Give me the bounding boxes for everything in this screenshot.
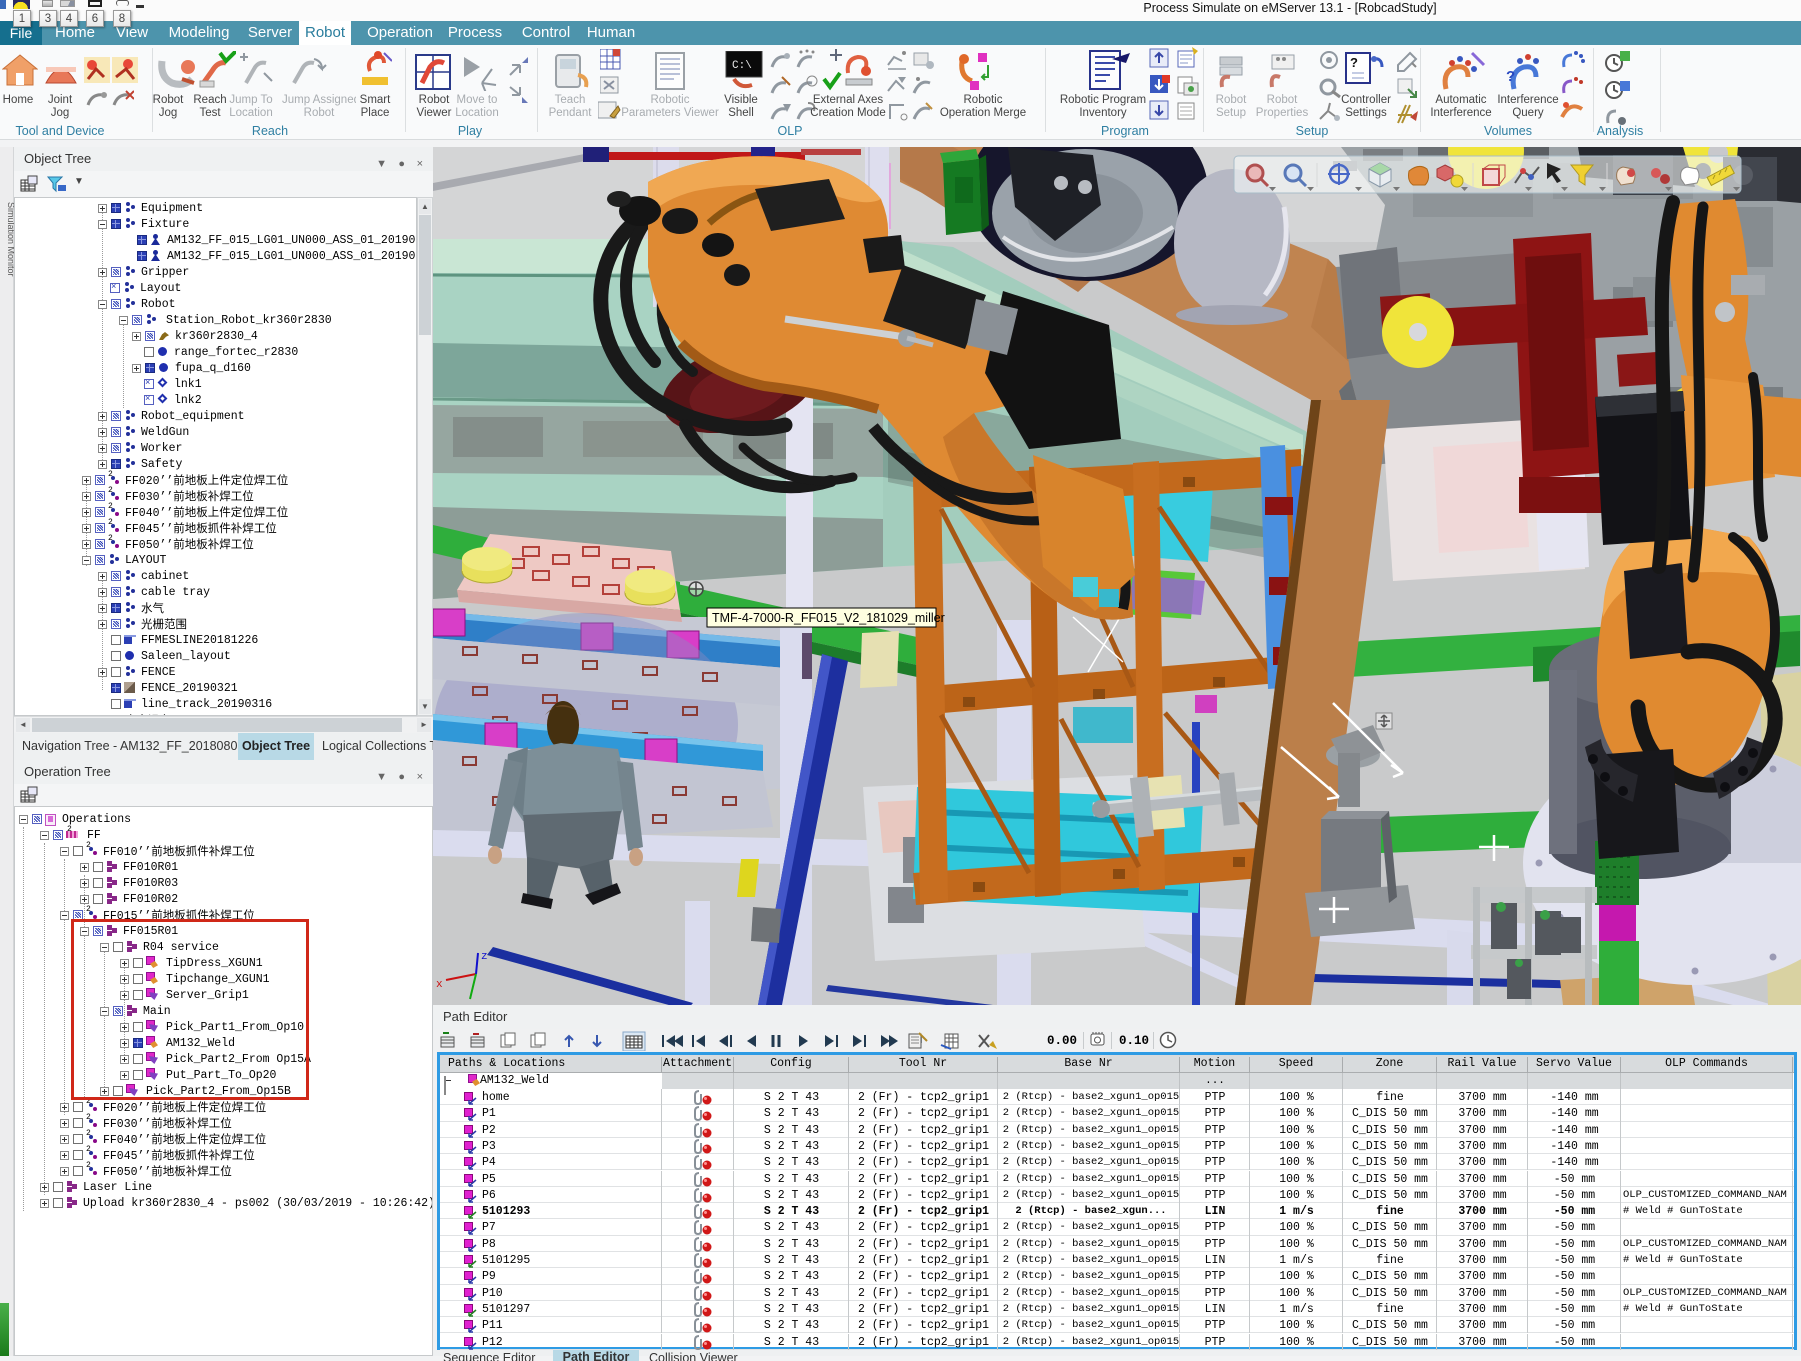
svg-text:z: z [481, 951, 488, 963]
svg-text:?: ? [1506, 68, 1515, 85]
svg-text:C:\: C:\ [732, 60, 752, 72]
svg-text:x: x [436, 979, 443, 991]
svg-text:TMF-4-7000-R_FF015_V2_181029_m: TMF-4-7000-R_FF015_V2_181029_miller [712, 611, 945, 625]
svg-text:?: ? [1350, 55, 1358, 70]
